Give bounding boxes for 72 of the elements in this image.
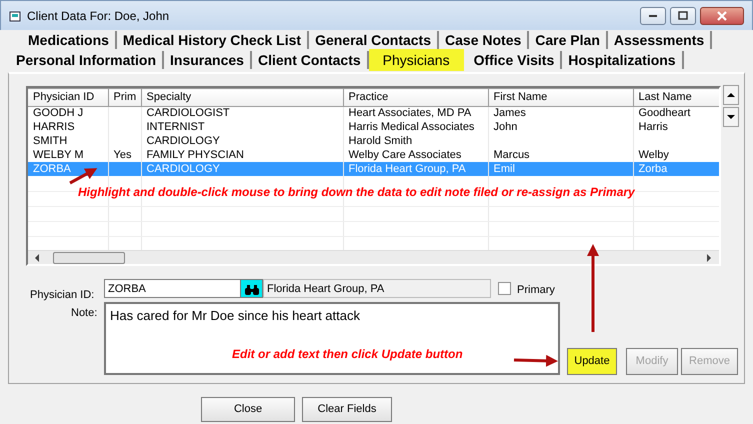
app-icon <box>9 10 21 22</box>
scroll-left-icon <box>33 254 41 262</box>
column-header[interactable]: Prim <box>108 88 141 106</box>
table-cell: CARDIOLOGY <box>146 134 220 146</box>
scroll-right-icon <box>705 254 713 262</box>
scrollbar-thumb[interactable] <box>53 252 125 264</box>
table-cell: Yes <box>114 148 132 160</box>
minimize-button[interactable] <box>640 6 666 24</box>
checkbox[interactable] <box>498 282 511 295</box>
scroll-up-button[interactable] <box>723 85 739 105</box>
window-title: Client Data For: Doe, John <box>27 8 170 24</box>
annotation-text: Highlight and double-click mouse to bring down the data to edit note filed or re-assign as Primary <box>78 184 635 201</box>
tab[interactable]: Medical History Check List <box>116 31 310 49</box>
table-cell: Marcus <box>494 148 530 160</box>
close-icon <box>716 10 728 20</box>
table-cell: FAMILY PHYSCIAN <box>146 148 244 160</box>
scroll-down-button[interactable] <box>723 107 739 127</box>
field-label: Note: <box>71 306 98 321</box>
arrow <box>69 168 98 184</box>
footer-button[interactable]: Close <box>201 397 295 422</box>
physician-id-field[interactable]: ZORBA <box>104 279 241 298</box>
annotation-text: Edit or add text then click Update button <box>232 346 463 363</box>
table-cell: Harold Smith <box>348 134 412 146</box>
arrow <box>514 354 558 367</box>
table-cell: GOODH J <box>33 106 84 119</box>
binoculars-icon <box>244 284 260 296</box>
tab[interactable]: Personal Information <box>10 51 164 69</box>
footer-button[interactable]: Clear Fields <box>302 397 392 422</box>
practice-field: Florida Heart Group, PA <box>263 279 491 298</box>
table-cell: CARDIOLOGY <box>146 162 220 174</box>
tab[interactable]: Medications <box>22 31 117 49</box>
tab[interactable]: Insurances <box>164 51 252 69</box>
tab[interactable]: Assessments <box>608 31 712 49</box>
table-cell: Heart Associates, MD PA <box>348 106 472 119</box>
table-row[interactable]: HARRIS INTERNIST Harris Medical Associates John Harris <box>28 120 719 134</box>
table-cell: Harris Medical Associates <box>348 120 474 132</box>
action-button[interactable]: Update <box>567 348 617 375</box>
minimize-icon <box>648 14 658 18</box>
table-cell: CARDIOLOGIST <box>146 106 230 119</box>
column-header[interactable]: Last Name <box>633 88 719 106</box>
column-header[interactable]: Practice <box>343 88 488 106</box>
table-cell: Harris <box>638 120 668 132</box>
column-header[interactable]: Specialty <box>141 88 343 106</box>
tab[interactable]: Hospitalizations <box>562 51 684 69</box>
search-button[interactable] <box>240 279 263 298</box>
maximize-button[interactable] <box>670 6 696 24</box>
table-cell: Emil <box>494 162 515 174</box>
tab[interactable]: Office Visits <box>468 51 562 69</box>
table-cell: INTERNIST <box>146 120 205 132</box>
checkbox-label: Primary <box>517 283 555 298</box>
table-cell: SMITH <box>33 134 68 146</box>
table-row[interactable]: SMITH CARDIOLOGY Harold Smith <box>28 134 719 148</box>
tab[interactable]: Physicians <box>368 49 464 71</box>
table-cell: WELBY M <box>33 148 84 160</box>
table-cell: Goodheart <box>638 106 690 119</box>
table-cell: Florida Heart Group, PA <box>348 162 466 174</box>
table-cell: Welby Care Associates <box>348 148 462 160</box>
table-cell: HARRIS <box>33 120 75 132</box>
close-button[interactable] <box>700 6 744 24</box>
field-label: Physician ID: <box>30 288 94 303</box>
table-row[interactable]: GOODH J CARDIOLOGIST Heart Associates, MD PA James Goodheart <box>28 106 719 120</box>
maximize-icon <box>678 11 688 20</box>
table-cell: ZORBA <box>33 162 71 174</box>
column-header[interactable]: First Name <box>488 88 633 106</box>
table-cell: Zorba <box>638 162 668 174</box>
table-cell: John <box>494 120 518 132</box>
up-arrow-icon <box>727 92 735 98</box>
table-cell: James <box>494 106 526 119</box>
tab[interactable]: Care Plan <box>529 31 608 49</box>
table-cell: Welby <box>638 148 669 160</box>
column-header[interactable]: Physician ID <box>28 88 108 106</box>
down-arrow-icon <box>727 114 735 120</box>
